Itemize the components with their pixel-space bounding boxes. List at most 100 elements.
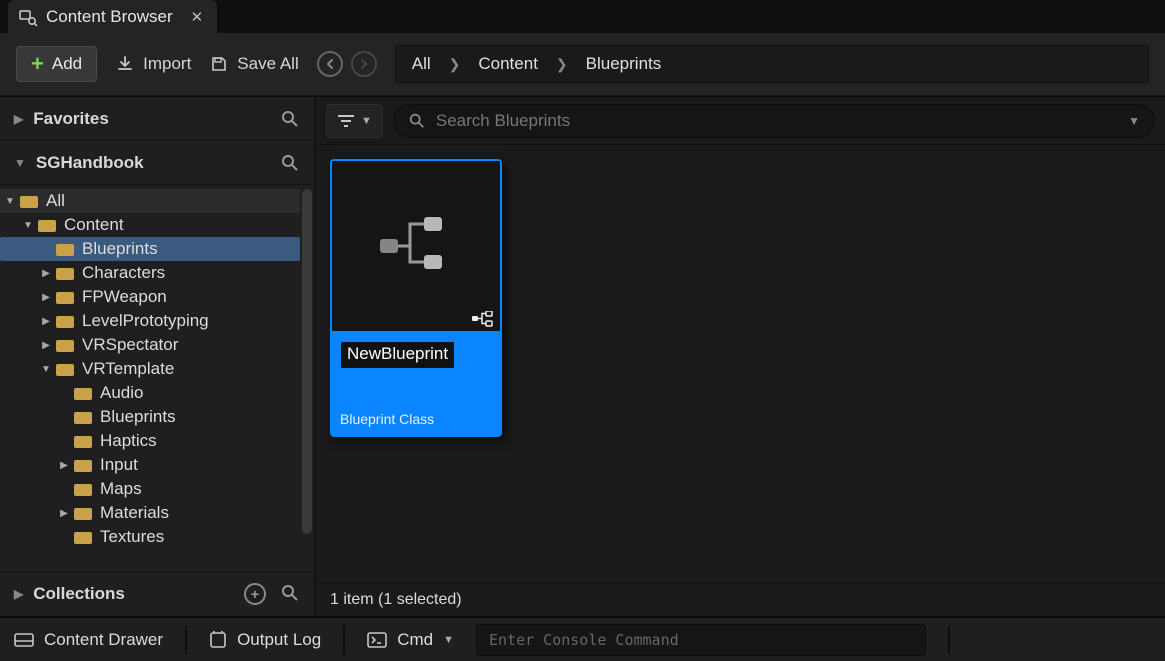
- tree-label: FPWeapon: [82, 287, 167, 307]
- drawer-label: Content Drawer: [44, 630, 163, 650]
- tree-item-vrtemplate[interactable]: ▼ VRTemplate: [0, 357, 300, 381]
- folder-icon: [74, 482, 92, 496]
- collections-label: Collections: [33, 584, 125, 604]
- folder-icon: [56, 314, 74, 328]
- nav-forward-button[interactable]: [351, 51, 377, 77]
- search-icon[interactable]: [280, 109, 300, 129]
- content-toolbar: ▼ ▼: [316, 97, 1165, 145]
- tree-item-vrspectator[interactable]: ▶ VRSpectator: [0, 333, 300, 357]
- tree-label: VRSpectator: [82, 335, 178, 355]
- chevron-right-icon: ▶: [40, 268, 52, 279]
- console-input[interactable]: [476, 624, 926, 656]
- import-icon: [115, 54, 135, 74]
- tree-label: Materials: [100, 503, 169, 523]
- tree-item-fpweapon[interactable]: ▶ FPWeapon: [0, 285, 300, 309]
- content-drawer-button[interactable]: Content Drawer: [14, 630, 163, 650]
- tree-item-blueprints[interactable]: Blueprints: [0, 237, 300, 261]
- folder-icon: [56, 338, 74, 352]
- search-icon[interactable]: [280, 153, 300, 173]
- asset-tile-newblueprint[interactable]: NewBlueprint Blueprint Class: [330, 159, 502, 437]
- toolbar: + Add Import Save All All ❯ Content ❯: [0, 33, 1165, 96]
- collections-section[interactable]: ▶ Collections +: [0, 572, 314, 616]
- breadcrumb-content[interactable]: Content: [478, 54, 538, 74]
- breadcrumb[interactable]: All ❯ Content ❯ Blueprints: [395, 45, 1149, 83]
- chevron-down-icon: ▼: [40, 364, 52, 375]
- chevron-right-icon: ▶: [40, 316, 52, 327]
- output-log-button[interactable]: Output Log: [209, 630, 321, 650]
- tree-label: LevelPrototyping: [82, 311, 209, 331]
- folder-icon: [56, 242, 74, 256]
- output-log-icon: [209, 631, 227, 649]
- sidebar: ▶ Favorites ▼ SGHandbook ▼ All: [0, 97, 316, 616]
- tree-item-vr-haptics[interactable]: Haptics: [0, 429, 300, 453]
- chevron-right-icon: ▶: [40, 340, 52, 351]
- content-panel: ▼ ▼: [316, 97, 1165, 616]
- import-button[interactable]: Import: [115, 54, 191, 74]
- chevron-down-icon: ▼: [443, 634, 454, 646]
- asset-grid[interactable]: NewBlueprint Blueprint Class: [316, 145, 1165, 582]
- tree-item-characters[interactable]: ▶ Characters: [0, 261, 300, 285]
- folder-icon: [38, 218, 56, 232]
- tree-item-levelprototyping[interactable]: ▶ LevelPrototyping: [0, 309, 300, 333]
- search-icon[interactable]: [280, 583, 300, 605]
- favorites-section[interactable]: ▶ Favorites: [0, 97, 314, 141]
- divider: [185, 626, 187, 654]
- divider: [343, 626, 345, 654]
- tab-bar: Content Browser ✕: [0, 0, 1165, 33]
- tree-label: Content: [64, 215, 124, 235]
- search-field[interactable]: ▼: [393, 104, 1155, 138]
- chevron-down-icon[interactable]: ▼: [1128, 114, 1140, 128]
- chevron-right-icon: ▶: [40, 292, 52, 303]
- filter-button[interactable]: ▼: [326, 104, 383, 138]
- tree-label: All: [46, 191, 65, 211]
- save-all-icon: [209, 54, 229, 74]
- tree-label: Blueprints: [100, 407, 176, 427]
- asset-thumbnail: [332, 161, 500, 331]
- folder-icon: [74, 434, 92, 448]
- tree-item-vr-input[interactable]: ▶ Input: [0, 453, 300, 477]
- cmd-selector[interactable]: Cmd ▼: [367, 630, 454, 650]
- project-section[interactable]: ▼ SGHandbook: [0, 141, 314, 185]
- search-input[interactable]: [436, 111, 1128, 131]
- save-all-label: Save All: [237, 54, 298, 74]
- tree-item-vr-maps[interactable]: Maps: [0, 477, 300, 501]
- add-button[interactable]: + Add: [16, 46, 97, 82]
- chevron-down-icon: ▼: [14, 156, 26, 170]
- folder-icon: [74, 458, 92, 472]
- tree-item-vr-textures[interactable]: Textures: [0, 525, 300, 549]
- tree-item-all[interactable]: ▼ All: [0, 189, 300, 213]
- breadcrumb-blueprints[interactable]: Blueprints: [586, 54, 662, 74]
- folder-icon: [74, 410, 92, 424]
- tree-scrollbar[interactable]: [302, 189, 312, 534]
- tree-item-vr-materials[interactable]: ▶ Materials: [0, 501, 300, 525]
- cmd-label: Cmd: [397, 630, 433, 650]
- tree-label: Audio: [100, 383, 143, 403]
- tree-item-vr-blueprints[interactable]: Blueprints: [0, 405, 300, 429]
- plus-icon: +: [31, 53, 44, 75]
- tree-item-vr-audio[interactable]: Audio: [0, 381, 300, 405]
- chevron-right-icon: ▶: [14, 112, 23, 126]
- tree-label: Maps: [100, 479, 142, 499]
- add-collection-button[interactable]: +: [244, 583, 266, 605]
- tree-item-content[interactable]: ▼ Content: [0, 213, 300, 237]
- chevron-right-icon: ▶: [58, 460, 70, 471]
- folder-icon: [74, 386, 92, 400]
- project-label: SGHandbook: [36, 153, 144, 173]
- close-icon[interactable]: ✕: [191, 8, 204, 26]
- asset-name-input[interactable]: NewBlueprint: [340, 341, 455, 369]
- tab-content-browser[interactable]: Content Browser ✕: [8, 0, 217, 33]
- chevron-right-icon: ❯: [449, 56, 461, 73]
- breadcrumb-all[interactable]: All: [412, 54, 431, 74]
- cmd-icon: [367, 632, 387, 648]
- tab-title: Content Browser: [46, 7, 173, 27]
- nav-back-button[interactable]: [317, 51, 343, 77]
- drawer-icon: [14, 631, 34, 649]
- history-nav: [317, 51, 377, 77]
- save-all-button[interactable]: Save All: [209, 54, 298, 74]
- status-bar: 1 item (1 selected): [316, 582, 1165, 616]
- tree-label: Haptics: [100, 431, 157, 451]
- folder-tree: ▼ All ▼ Content Blueprints ▶ Ch: [0, 185, 314, 572]
- folder-icon: [74, 530, 92, 544]
- divider: [948, 626, 950, 654]
- tree-label: Blueprints: [82, 239, 158, 259]
